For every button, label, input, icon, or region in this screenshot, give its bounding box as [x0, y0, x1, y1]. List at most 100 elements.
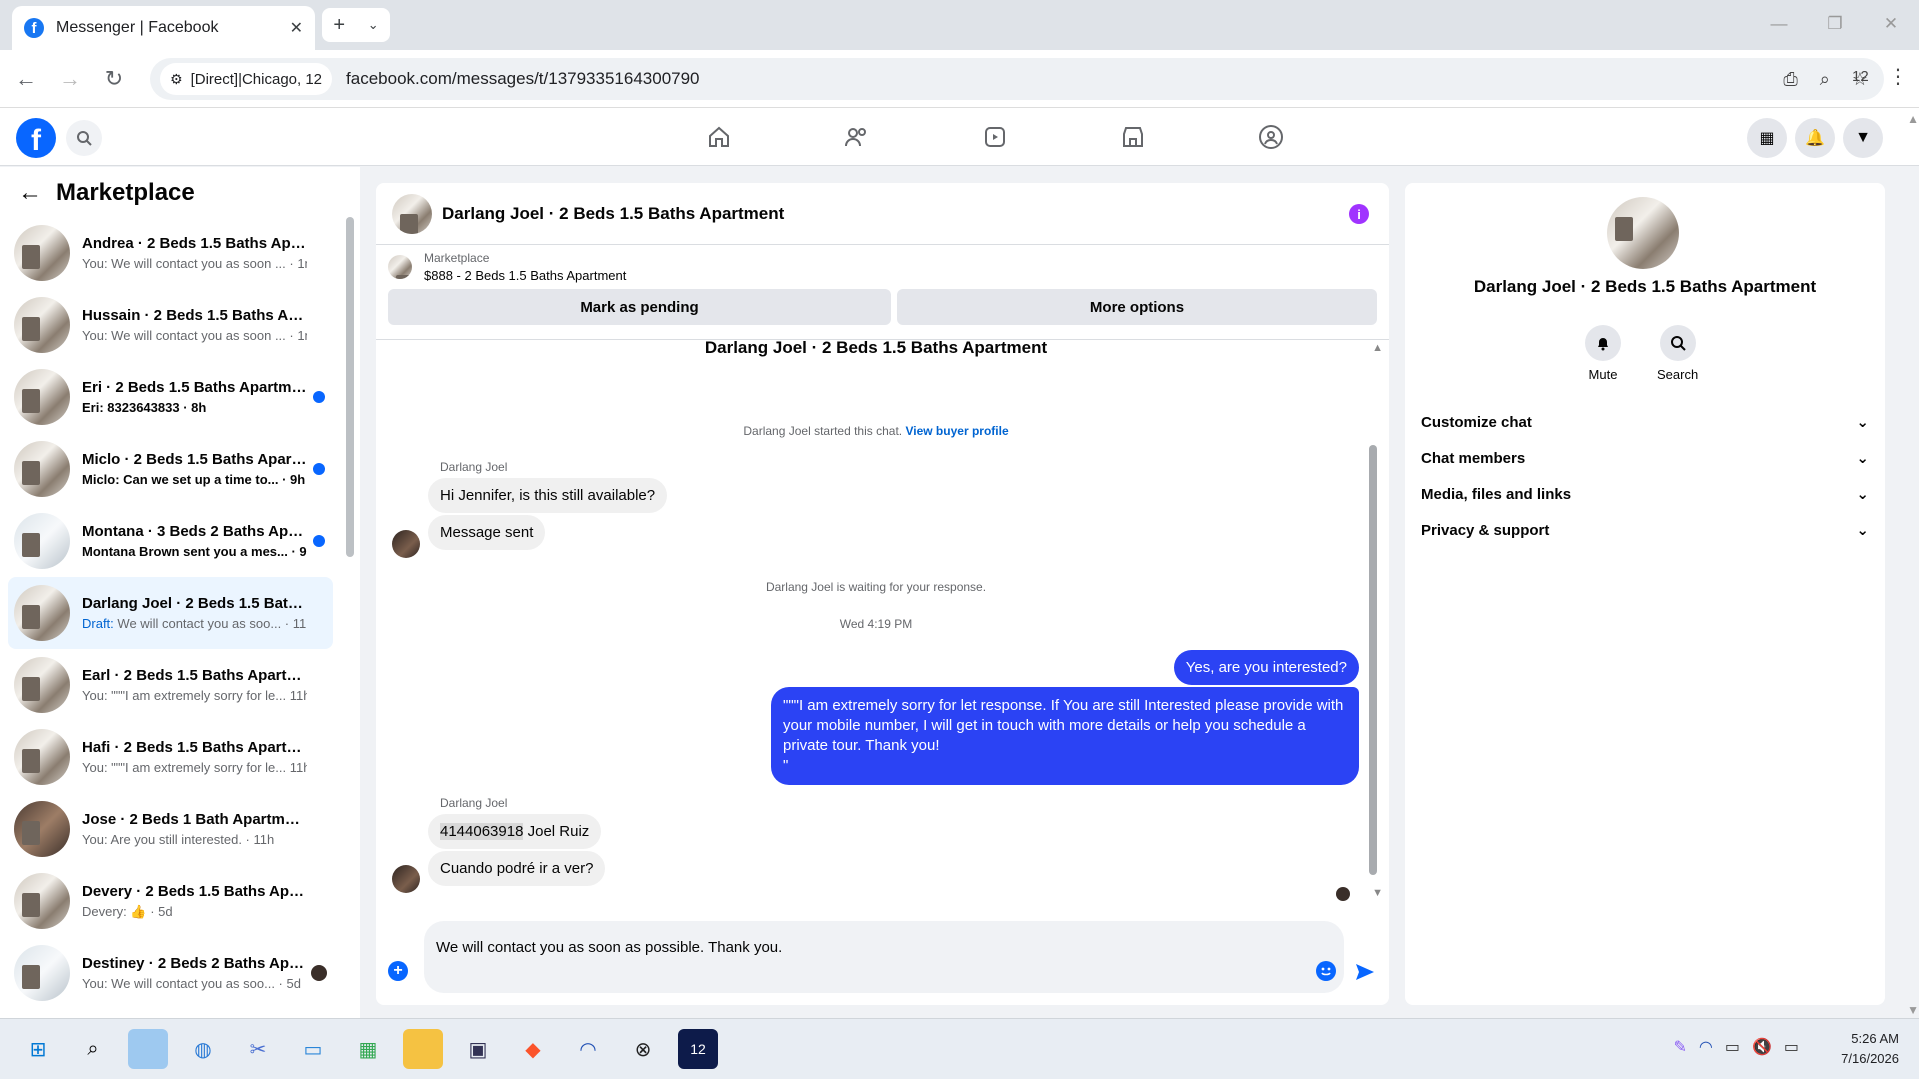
- page-scroll-down-icon[interactable]: ▼: [1907, 1003, 1919, 1017]
- new-tab-button[interactable]: +: [333, 14, 345, 37]
- conversation-item[interactable]: Andrea · 2 Beds 1.5 Baths Apart... You: W…: [8, 217, 333, 289]
- search-in-chat-button[interactable]: Search: [1657, 325, 1698, 382]
- outgoing-message[interactable]: """I am extremely sorry for let response…: [771, 687, 1359, 785]
- message-composer[interactable]: We will contact you as soon as possible.…: [424, 921, 1344, 993]
- volume-muted-icon[interactable]: 🔇: [1752, 1037, 1772, 1057]
- spreadsheet-app-icon[interactable]: ▦: [348, 1029, 388, 1069]
- conversation-name: Destiney · 2 Beds 2 Baths Apa...: [82, 955, 307, 972]
- remote-desktop-icon[interactable]: ▭: [293, 1029, 333, 1069]
- minimize-icon[interactable]: —: [1751, 0, 1807, 48]
- conversation-list-scrollbar[interactable]: [346, 217, 354, 557]
- incoming-message[interactable]: Cuando podré ir a ver?: [428, 851, 606, 886]
- mark-as-pending-button[interactable]: Mark as pending: [388, 289, 891, 325]
- send-icon[interactable]: [1354, 961, 1376, 983]
- conversation-item[interactable]: Hussain · 2 Beds 1.5 Baths Apart... You: …: [8, 289, 333, 361]
- conversation-item[interactable]: Jose · 2 Beds 1 Bath Apartment You: Are y…: [8, 793, 333, 865]
- conversation-preview: Devery: 👍 · 5d: [82, 903, 173, 919]
- mute-label: Mute: [1588, 367, 1618, 382]
- incoming-message[interactable]: Message sent: [428, 515, 546, 550]
- conversation-item[interactable]: Eri · 2 Beds 1.5 Baths Apartment Eri: 832…: [8, 361, 333, 433]
- marketplace-listing-bar[interactable]: Marketplace $888 - 2 Beds 1.5 Baths Apar…: [376, 245, 1389, 289]
- incoming-message[interactable]: 4144063918 Joel Ruiz: [428, 814, 602, 849]
- taskbar-clock[interactable]: 5:26 AM 7/16/2026: [1841, 1029, 1899, 1069]
- thread-scroll-down-icon[interactable]: ▼: [1372, 887, 1383, 899]
- chat-header-name[interactable]: Darlang Joel · 2 Beds 1.5 Baths Apartmen…: [442, 204, 784, 224]
- battery-icon[interactable]: ▭: [1784, 1037, 1799, 1057]
- conversation-list: Andrea · 2 Beds 1.5 Baths Apart... You: W…: [8, 217, 333, 1009]
- extension-count[interactable]: 12: [1852, 68, 1869, 85]
- conversation-item-selected[interactable]: Darlang Joel · 2 Beds 1.5 Baths ... Draft…: [8, 577, 333, 649]
- facebook-search-icon[interactable]: [66, 120, 102, 156]
- more-options-button[interactable]: More options: [896, 289, 1377, 325]
- section-label: Privacy & support: [1421, 521, 1550, 539]
- thread-scroll-up-icon[interactable]: ▲: [1372, 342, 1383, 354]
- notifications-bell-icon[interactable]: 🔔: [1795, 118, 1835, 158]
- vpn-app-icon[interactable]: ◠: [568, 1029, 608, 1069]
- forward-icon[interactable]: →: [52, 61, 88, 97]
- sender-avatar[interactable]: [392, 530, 420, 558]
- privacy-support-section[interactable]: Privacy & support ⌄: [1421, 508, 1869, 552]
- draft-label: Draft:: [82, 616, 114, 631]
- mute-button[interactable]: Mute: [1585, 325, 1621, 382]
- back-arrow-icon[interactable]: ←: [18, 179, 42, 207]
- browser-app-icon[interactable]: ◍: [183, 1029, 223, 1069]
- highlighted-phone-number[interactable]: 4144063918: [440, 823, 524, 840]
- browser-tab[interactable]: f Messenger | Facebook ✕: [12, 6, 315, 50]
- profile-avatar[interactable]: [1607, 197, 1679, 269]
- conversation-preview: Montana Brown sent you a mes... · 9h: [82, 544, 307, 559]
- site-info-chip[interactable]: ⚙ [Direct]|Chicago, 12: [160, 63, 333, 95]
- conversation-item[interactable]: Destiney · 2 Beds 2 Baths Apa... You: We …: [8, 937, 333, 1009]
- vpn-tray-icon[interactable]: ◠: [1699, 1037, 1713, 1057]
- url-text[interactable]: facebook.com/messages/t/1379335164300790: [346, 69, 1783, 89]
- file-explorer-icon[interactable]: [403, 1029, 443, 1069]
- sidebar-title: Marketplace: [56, 179, 195, 206]
- chat-header-avatar[interactable]: [392, 193, 432, 234]
- emoji-icon[interactable]: [1316, 961, 1336, 981]
- thread-scrollbar[interactable]: [1369, 445, 1377, 875]
- account-chevron-icon[interactable]: ▼: [1843, 118, 1883, 158]
- display-icon[interactable]: ▭: [1725, 1037, 1740, 1057]
- close-window-icon[interactable]: ✕: [1863, 0, 1919, 48]
- marketplace-icon[interactable]: [1064, 108, 1202, 166]
- pen-icon[interactable]: ✎: [1673, 1037, 1686, 1057]
- facebook-main-nav: [650, 108, 1340, 166]
- sender-avatar[interactable]: [392, 865, 420, 893]
- windows-start-icon[interactable]: ⊞: [18, 1029, 58, 1069]
- outgoing-message[interactable]: Yes, are you interested?: [1173, 650, 1359, 685]
- taskbar-search-icon[interactable]: ⌕: [73, 1029, 113, 1069]
- conversation-item[interactable]: Miclo · 2 Beds 1.5 Baths Apart... Miclo: …: [8, 433, 333, 505]
- conversation-item[interactable]: Devery · 2 Beds 1.5 Baths Apart... Devery…: [8, 865, 333, 937]
- video-icon[interactable]: [926, 108, 1064, 166]
- zoom-icon[interactable]: ⌕: [1820, 69, 1830, 90]
- facebook-logo-icon[interactable]: f: [16, 118, 56, 158]
- home-icon[interactable]: [650, 108, 788, 166]
- friends-icon[interactable]: [788, 108, 926, 166]
- tab-close-icon[interactable]: ✕: [290, 18, 303, 38]
- address-bar[interactable]: ⚙ [Direct]|Chicago, 12 facebook.com/mess…: [150, 58, 1884, 100]
- install-app-icon[interactable]: ⎙: [1783, 69, 1797, 90]
- browser-menu-icon[interactable]: ⋮: [1888, 64, 1908, 89]
- network-app-icon[interactable]: ▣: [458, 1029, 498, 1069]
- conversation-item[interactable]: Montana · 3 Beds 2 Baths Apa... Montana B…: [8, 505, 333, 577]
- brave-browser-icon[interactable]: ◆: [513, 1029, 553, 1069]
- menu-grid-icon[interactable]: ▦: [1747, 118, 1787, 158]
- view-buyer-profile-link[interactable]: View buyer profile: [905, 424, 1008, 438]
- control-panel-icon[interactable]: [128, 1029, 168, 1069]
- conversation-item[interactable]: Hafi · 2 Beds 1.5 Baths Apartment You: ""…: [8, 721, 333, 793]
- snipping-tool-icon[interactable]: ✂: [238, 1029, 278, 1069]
- chat-started-text: Darlang Joel started this chat.: [743, 424, 903, 438]
- add-attachment-icon[interactable]: +: [388, 961, 408, 981]
- reload-icon[interactable]: ↻: [96, 61, 132, 97]
- maximize-icon[interactable]: ❐: [1807, 0, 1863, 48]
- page-scroll-up-icon[interactable]: ▲: [1907, 112, 1919, 126]
- tool-app-icon[interactable]: ⊗: [623, 1029, 663, 1069]
- active-browser-icon[interactable]: 12: [678, 1029, 718, 1069]
- conversation-name: Eri · 2 Beds 1.5 Baths Apartment: [82, 379, 307, 396]
- conversation-item[interactable]: Earl · 2 Beds 1.5 Baths Apartment You: ""…: [8, 649, 333, 721]
- incoming-message[interactable]: Hi Jennifer, is this still available?: [428, 478, 668, 513]
- back-icon[interactable]: ←: [8, 61, 44, 97]
- tab-search-chevron-icon[interactable]: ⌄: [368, 17, 379, 33]
- conversation-name: Devery · 2 Beds 1.5 Baths Apart...: [82, 882, 307, 900]
- info-icon[interactable]: i: [1349, 204, 1369, 224]
- groups-icon[interactable]: [1202, 108, 1340, 166]
